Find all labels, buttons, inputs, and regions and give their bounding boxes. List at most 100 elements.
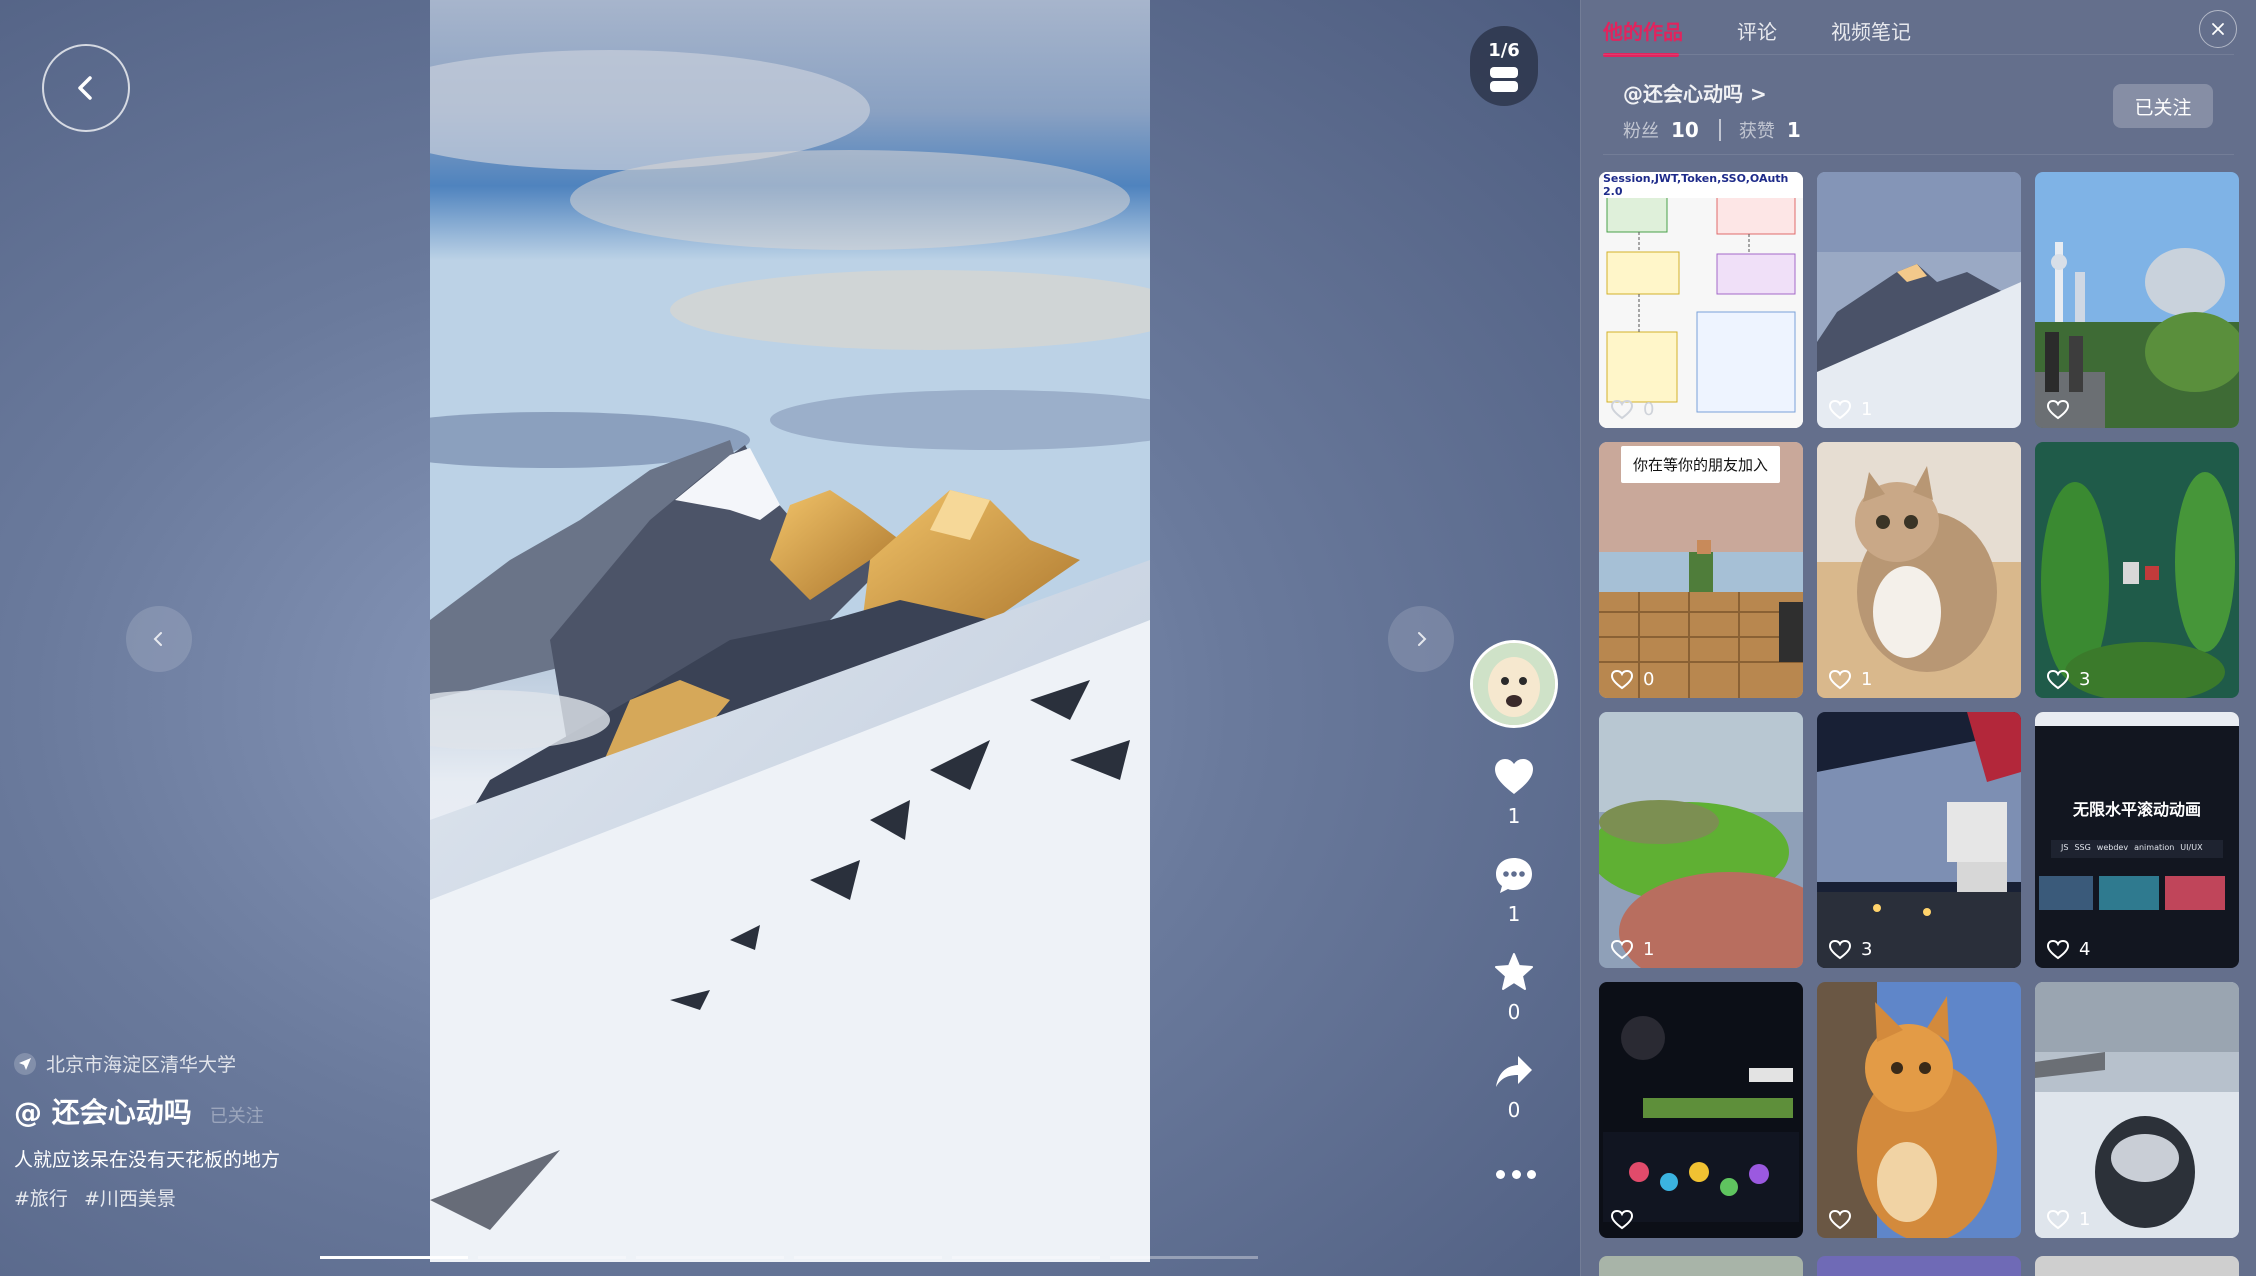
progress-segment[interactable] bbox=[478, 1256, 626, 1259]
work-thumbnail[interactable] bbox=[1599, 1256, 1803, 1276]
previous-media-button[interactable] bbox=[126, 606, 192, 672]
progress-segment[interactable] bbox=[636, 1256, 784, 1259]
thumbnail-title: 无限水平滚动动画 bbox=[2072, 800, 2201, 819]
video-caption: 北京市海淀区清华大学 @ 还会心动吗 已关注 人就应该呆在没有天花板的地方 #旅… bbox=[14, 1050, 614, 1211]
thumbnail-image bbox=[1599, 982, 1803, 1238]
progress-segment[interactable] bbox=[320, 1256, 468, 1259]
thumbnail-title: Session,JWT,Token,SSO,OAuth 2.0 bbox=[1603, 172, 1803, 198]
thumbnail-likes bbox=[2047, 400, 2079, 420]
chip: JS bbox=[2061, 843, 2069, 852]
work-thumbnail[interactable]: 你在等你的朋友加入 0 bbox=[1599, 442, 1803, 698]
work-thumbnail[interactable] bbox=[1817, 982, 2021, 1238]
profile-stats: 粉丝 10 获赞 1 bbox=[1623, 117, 1809, 143]
fans-label: 粉丝 bbox=[1623, 121, 1659, 142]
location-tag[interactable]: 北京市海淀区清华大学 bbox=[14, 1050, 614, 1077]
heart-outline-icon bbox=[2047, 939, 2069, 959]
chip: animation bbox=[2134, 843, 2175, 852]
likes-label: 获赞 bbox=[1738, 121, 1775, 142]
work-thumbnail[interactable] bbox=[2035, 1256, 2239, 1276]
followed-button[interactable]: 已关注 bbox=[2113, 84, 2213, 128]
work-thumbnail[interactable]: 1 bbox=[1817, 442, 2021, 698]
media-counter-text: 1/6 bbox=[1488, 40, 1520, 61]
back-button[interactable] bbox=[42, 44, 130, 132]
heart-outline-icon bbox=[1611, 669, 1633, 689]
stack-icon bbox=[1490, 67, 1518, 92]
thumbnail-likes: 1 bbox=[1829, 669, 1872, 690]
share-count: 0 bbox=[1507, 1098, 1521, 1122]
profile-name[interactable]: @还会心动吗 > bbox=[1623, 78, 1809, 107]
heart-outline-icon bbox=[1829, 939, 1851, 959]
location-icon bbox=[14, 1052, 36, 1075]
likes-count: 1 bbox=[1786, 118, 1801, 142]
favorite-action[interactable]: 0 bbox=[1470, 952, 1558, 1024]
close-panel-button[interactable] bbox=[2199, 10, 2237, 48]
heart-outline-icon bbox=[1829, 669, 1851, 689]
thumbnail-likes: 3 bbox=[1829, 939, 1872, 960]
work-thumbnail[interactable]: 1 bbox=[1817, 172, 2021, 428]
comment-count: 1 bbox=[1507, 902, 1521, 926]
heart-outline-icon bbox=[1611, 939, 1633, 959]
works-grid: Session,JWT,Token,SSO,OAuth 2.0 0 1 你在等你… bbox=[1599, 172, 2239, 1238]
follow-status: 已关注 bbox=[209, 1106, 264, 1127]
author-name[interactable]: @ 还会心动吗 bbox=[14, 1091, 192, 1131]
author-avatar[interactable] bbox=[1470, 640, 1558, 728]
video-description: 人就应该呆在没有天花板的地方 bbox=[14, 1149, 281, 1171]
thumbnail-likes: 3 bbox=[2047, 669, 2090, 690]
thumbnail-image bbox=[1817, 982, 2021, 1238]
chevron-left-icon bbox=[78, 76, 92, 100]
thumbnail-likes: 4 bbox=[2047, 939, 2090, 960]
share-action[interactable]: 0 bbox=[1470, 1054, 1558, 1122]
works-grid-next-row bbox=[1599, 1256, 2239, 1276]
work-thumbnail[interactable] bbox=[2035, 172, 2239, 428]
fans-count: 10 bbox=[1671, 118, 1699, 142]
work-thumbnail[interactable]: 无限水平滚动动画 JS SSG webdev animation UI/UX 4 bbox=[2035, 712, 2239, 968]
progress-segment[interactable] bbox=[1110, 1256, 1258, 1259]
work-thumbnail[interactable] bbox=[1599, 982, 1803, 1238]
tab-comments[interactable]: 评论 bbox=[1737, 16, 1777, 57]
thumbnail-likes bbox=[1829, 1210, 1861, 1230]
heart-outline-icon bbox=[2047, 1209, 2069, 1229]
thumbnail-likes: 1 bbox=[2047, 1209, 2090, 1230]
heart-icon bbox=[1495, 759, 1533, 794]
thumbnail-image bbox=[1817, 172, 2021, 428]
like-action[interactable]: 1 bbox=[1470, 758, 1558, 828]
thumbnail-image bbox=[1599, 712, 1803, 968]
work-thumbnail[interactable]: 1 bbox=[2035, 982, 2239, 1238]
work-thumbnail[interactable]: 3 bbox=[2035, 442, 2239, 698]
location-text: 北京市海淀区清华大学 bbox=[46, 1054, 237, 1076]
comment-action[interactable]: 1 bbox=[1470, 856, 1558, 926]
like-count: 1 bbox=[1507, 804, 1521, 828]
thumbnail-image bbox=[1817, 712, 2021, 968]
thumbnail-likes: 0 bbox=[1611, 669, 1654, 690]
thumbnail-image bbox=[2035, 982, 2239, 1238]
heart-outline-icon bbox=[1611, 1210, 1633, 1230]
tab-divider bbox=[1603, 54, 2234, 55]
work-thumbnail[interactable]: 1 bbox=[1599, 712, 1803, 968]
work-thumbnail[interactable]: 3 bbox=[1817, 712, 2021, 968]
author-profile: @还会心动吗 > 粉丝 10 获赞 1 bbox=[1623, 78, 1809, 143]
thumbnail-chips: JS SSG webdev animation UI/UX bbox=[2061, 843, 2203, 852]
thumbnail-image bbox=[1599, 172, 1803, 428]
more-options-button[interactable] bbox=[1496, 1162, 1536, 1186]
hashtag[interactable]: #川西美景 bbox=[84, 1188, 176, 1210]
thumbnail-overlay-text: 你在等你的朋友加入 bbox=[1621, 446, 1781, 483]
progress-segment[interactable] bbox=[794, 1256, 942, 1259]
chevron-right-icon bbox=[1418, 632, 1427, 646]
chip: webdev bbox=[2096, 843, 2129, 852]
work-thumbnail[interactable] bbox=[1817, 1256, 2021, 1276]
heart-outline-icon bbox=[1829, 1210, 1851, 1230]
thumbnail-image bbox=[2035, 442, 2239, 698]
heart-outline-icon bbox=[2047, 669, 2069, 689]
profile-divider bbox=[1603, 154, 2234, 155]
chip: UI/UX bbox=[2180, 843, 2203, 852]
progress-segment[interactable] bbox=[952, 1256, 1100, 1259]
thumbnail-likes: 1 bbox=[1611, 939, 1654, 960]
next-media-button[interactable] bbox=[1388, 606, 1454, 672]
hashtags: #旅行 #川西美景 bbox=[14, 1184, 614, 1211]
tab-works[interactable]: 他的作品 bbox=[1603, 16, 1683, 57]
thumbnail-likes: 1 bbox=[1829, 399, 1872, 420]
hashtag[interactable]: #旅行 bbox=[14, 1188, 68, 1210]
heart-outline-icon bbox=[2047, 400, 2069, 420]
work-thumbnail[interactable]: Session,JWT,Token,SSO,OAuth 2.0 0 bbox=[1599, 172, 1803, 428]
tab-video-notes[interactable]: 视频笔记 bbox=[1831, 16, 1911, 57]
